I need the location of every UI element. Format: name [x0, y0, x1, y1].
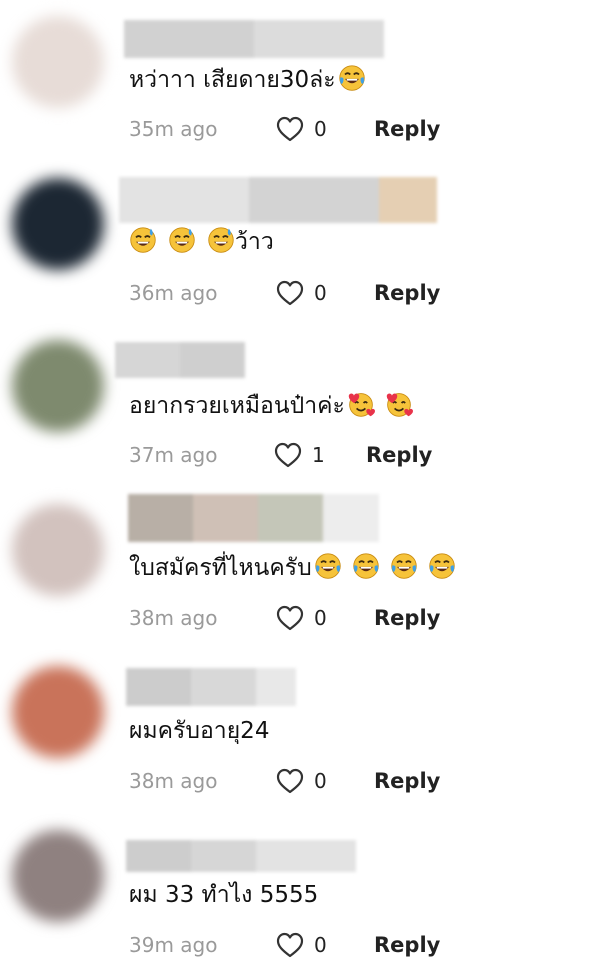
reply-button[interactable]: Reply [366, 440, 432, 470]
like-count: 0 [314, 606, 327, 630]
smiling-hearts-emoji-icon [347, 390, 375, 418]
username-redacted[interactable] [128, 494, 379, 542]
comment-time: 35m ago [129, 117, 218, 141]
comment-text-body: ใบสมัครที่ไหนครับ [129, 555, 312, 581]
username-redacted[interactable] [126, 668, 296, 706]
username-redacted[interactable] [119, 177, 437, 223]
heart-icon [275, 767, 305, 795]
reply-button[interactable]: Reply [374, 278, 440, 308]
comment-time: 36m ago [129, 281, 218, 305]
like-count: 0 [314, 933, 327, 957]
reply-button[interactable]: Reply [374, 930, 440, 960]
comment-item: อยากรวยเหมือนป๋าค่ะ 37m ago 1 Reply [0, 328, 600, 488]
like-count: 0 [314, 117, 327, 141]
comment-time: 37m ago [129, 443, 218, 467]
comment-item: ผมครับอายุ24 38m ago 0 Reply [0, 654, 600, 814]
sweat-smile-emoji-icon [129, 226, 157, 254]
reply-button[interactable]: Reply [374, 603, 440, 633]
avatar[interactable] [12, 504, 104, 596]
like-button[interactable]: 1 [273, 440, 325, 470]
like-button[interactable]: 0 [275, 766, 327, 796]
comment-meta: 39m ago 0 Reply [129, 930, 589, 960]
heart-icon [275, 604, 305, 632]
tears-of-joy-emoji-icon [314, 552, 342, 580]
comment-time: 39m ago [129, 933, 218, 957]
comment-time: 38m ago [129, 606, 218, 630]
comment-text: หว่าาา เสียดาย30ล่ะ [129, 64, 366, 95]
comment-meta: 35m ago 0 Reply [129, 114, 589, 144]
avatar[interactable] [12, 830, 104, 922]
sweat-smile-emoji-icon [168, 226, 196, 254]
username-redacted[interactable] [115, 342, 245, 378]
reply-button[interactable]: Reply [374, 766, 440, 796]
smiling-hearts-emoji-icon [385, 390, 413, 418]
heart-icon [275, 931, 305, 959]
like-button[interactable]: 0 [275, 603, 327, 633]
reply-button[interactable]: Reply [374, 114, 440, 144]
comment-text-body: หว่าาา เสียดาย30ล่ะ [129, 67, 336, 93]
comment-item: ผม 33 ทำไง 5555 39m ago 0 Reply [0, 818, 600, 978]
heart-icon [275, 115, 305, 143]
comment-meta: 38m ago 0 Reply [129, 603, 589, 633]
comment-text-body: อยากรวยเหมือนป๋าค่ะ [129, 393, 345, 419]
heart-icon [273, 441, 303, 469]
like-button[interactable]: 0 [275, 278, 327, 308]
like-button[interactable]: 0 [275, 114, 327, 144]
like-button[interactable]: 0 [275, 930, 327, 960]
comment-time: 38m ago [129, 769, 218, 793]
tears-of-joy-emoji-icon [338, 64, 366, 92]
comment-text: ผมครับอายุ24 [129, 716, 269, 746]
like-count: 0 [314, 281, 327, 305]
comment-item: ว้าว 36m ago 0 Reply [0, 164, 600, 324]
comment-item: หว่าาา เสียดาย30ล่ะ 35m ago 0 Reply [0, 0, 600, 160]
heart-icon [275, 279, 305, 307]
comment-text: อยากรวยเหมือนป๋าค่ะ [129, 390, 413, 421]
comment-text-body: ผมครับอายุ24 [129, 718, 270, 744]
avatar[interactable] [12, 340, 104, 432]
comment-meta: 38m ago 0 Reply [129, 766, 589, 796]
comment-text: ผม 33 ทำไง 5555 [129, 880, 318, 910]
avatar[interactable] [12, 16, 104, 108]
tears-of-joy-emoji-icon [390, 552, 418, 580]
tears-of-joy-emoji-icon [428, 552, 456, 580]
like-count: 0 [314, 769, 327, 793]
comment-meta: 36m ago 0 Reply [129, 278, 589, 308]
comment-text: ว้าว [129, 226, 274, 257]
tears-of-joy-emoji-icon [352, 552, 380, 580]
sweat-smile-emoji-icon [207, 226, 235, 254]
comment-text: ใบสมัครที่ไหนครับ [129, 552, 456, 583]
like-count: 1 [312, 443, 325, 467]
comment-item: ใบสมัครที่ไหนครับ 38m ago 0 Reply [0, 490, 600, 650]
avatar[interactable] [12, 178, 104, 270]
avatar[interactable] [12, 666, 104, 758]
comment-text-body: ว้าว [235, 229, 274, 255]
username-redacted[interactable] [124, 20, 384, 58]
comment-meta: 37m ago 1 Reply [129, 440, 589, 470]
username-redacted[interactable] [126, 840, 356, 872]
comment-text-body: ผม 33 ทำไง 5555 [129, 882, 319, 908]
